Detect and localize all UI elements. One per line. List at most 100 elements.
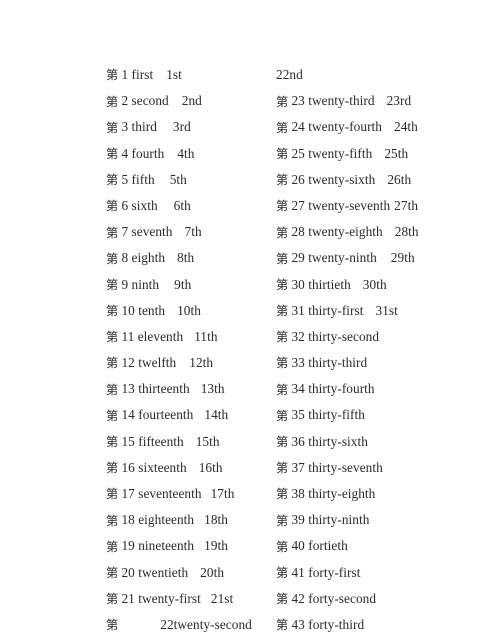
ordinal-abbreviation: 14th <box>204 407 229 423</box>
ordinal-word: seventh <box>131 224 173 240</box>
ordinal-prefix-character: 第 <box>106 199 119 214</box>
ordinal-number: 3 <box>121 119 129 135</box>
ordinal-word: fourth <box>131 145 165 161</box>
ordinal-number: 5 <box>121 171 129 187</box>
ordinal-number: 2 <box>121 93 129 109</box>
ordinal-number: 41 <box>291 564 305 580</box>
ordinal-word: twenty-second <box>173 616 252 632</box>
ordinal-row: 第 28 twenty-eighth 28th <box>276 219 486 245</box>
ordinal-prefix-character: 第 <box>276 277 289 292</box>
ordinal-prefix-character: 第 <box>106 513 119 528</box>
ordinal-number: 32 <box>291 328 305 344</box>
ordinal-number: 31 <box>291 302 305 318</box>
ordinal-prefix-character: 第 <box>276 225 289 240</box>
ordinal-abbreviation: 23rd <box>386 93 412 109</box>
ordinal-prefix-character: 第 <box>106 565 119 580</box>
ordinal-abbreviation: 5th <box>169 171 187 187</box>
ordinal-row: 第 26 twenty-sixth 26th <box>276 167 486 193</box>
ordinal-abbreviation: 15th <box>195 433 220 449</box>
ordinal-prefix-character: 第 <box>276 304 289 319</box>
ordinal-word: first <box>131 67 154 82</box>
ordinal-word: twenty-first <box>138 590 201 606</box>
ordinal-word: fifteenth <box>138 433 184 449</box>
ordinal-abbreviation: 2nd <box>181 93 202 109</box>
ordinal-number: 18 <box>121 512 135 528</box>
ordinal-row: 第 33 thirty-third <box>276 350 486 376</box>
ordinal-number: 9 <box>121 276 129 292</box>
ordinal-row: 第 12 twelfth 12th <box>106 350 274 376</box>
ordinal-prefix-character: 第 <box>106 539 119 554</box>
ordinal-number: 4 <box>121 145 129 161</box>
ordinal-number: 25 <box>291 145 305 161</box>
ordinal-word: fortieth <box>308 538 348 554</box>
ordinal-row: 第 14 fourteenth 14th <box>106 402 274 428</box>
ordinal-abbreviation: 27th <box>394 197 419 213</box>
ordinal-prefix-character: 第 <box>276 120 289 135</box>
ordinal-word: twenty-sixth <box>308 171 376 187</box>
ordinal-row: 第 34 thirty-fourth <box>276 376 486 402</box>
ordinal-row: 第 27 twenty-seventh 27th <box>276 193 486 219</box>
ordinal-word: sixteenth <box>138 459 187 475</box>
ordinal-number: 29 <box>291 250 305 266</box>
ordinal-row: 第 13 thirteenth 13th <box>106 376 274 402</box>
ordinal-row: 第 23 twenty-third 23rd <box>276 88 486 114</box>
ordinal-row: 第 40 fortieth <box>276 533 486 559</box>
ordinal-abbreviation: 25th <box>384 145 409 161</box>
ordinal-row: 第 7 seventh 7th <box>106 219 274 245</box>
ordinal-number: 21 <box>121 590 135 606</box>
ordinal-prefix-character: 第 <box>276 435 289 450</box>
ordinal-word: sixth <box>131 197 158 213</box>
ordinal-row: 第 17 seventeenth 17th <box>106 481 274 507</box>
ordinal-word: forty-third <box>308 616 365 632</box>
ordinal-word: twentieth <box>138 564 189 580</box>
ordinal-prefix-character: 第 <box>276 461 289 476</box>
ordinal-row: 第 21 twenty-first 21st <box>106 586 274 612</box>
ordinal-prefix-character: 第 <box>276 539 289 554</box>
ordinal-word: thirty-second <box>308 328 380 344</box>
ordinal-prefix-character: 第 <box>106 330 119 345</box>
ordinal-prefix-character: 第 <box>276 565 289 580</box>
ordinal-abbreviation: 4th <box>177 145 195 161</box>
ordinal-number: 42 <box>291 590 305 606</box>
ordinal-word: thirty-ninth <box>308 512 370 528</box>
ordinal-abbreviation: 16th <box>198 459 223 475</box>
ordinal-abbreviation: 31st <box>375 302 398 318</box>
ordinal-row: 第 39 thirty-ninth <box>276 507 486 533</box>
ordinal-number: 6 <box>121 197 129 213</box>
ordinal-abbreviation: 1st <box>166 67 182 82</box>
ordinal-row: 第 35 thirty-fifth <box>276 402 486 428</box>
ordinal-row: 第 6 sixth 6th <box>106 193 274 219</box>
ordinal-row: 第 37 thirty-seventh <box>276 455 486 481</box>
ordinal-abbreviation: 9th <box>174 276 192 292</box>
ordinal-prefix-character: 第 <box>106 435 119 450</box>
ordinal-abbreviation: 18th <box>204 512 228 528</box>
ordinal-number: 13 <box>121 381 135 397</box>
ordinal-word: seventeenth <box>138 486 202 501</box>
ordinal-word: nineteenth <box>138 538 195 554</box>
ordinal-number: 34 <box>291 381 305 397</box>
ordinal-prefix-character: 第 <box>106 146 119 161</box>
ordinal-word: second <box>131 93 169 109</box>
ordinal-abbreviation: 3rd <box>172 119 191 135</box>
ordinal-word: twenty-fourth <box>308 119 382 135</box>
ordinal-number: 22 <box>160 616 174 632</box>
ordinal-number: 40 <box>291 538 305 554</box>
ordinal-prefix-character: 第 <box>106 173 119 188</box>
ordinal-row: 第 3 third 3rd <box>106 114 274 140</box>
ordinal-number: 26 <box>291 171 305 187</box>
ordinal-prefix-character: 第 <box>276 173 289 188</box>
ordinal-number: 37 <box>291 459 305 475</box>
ordinal-prefix-character: 第 <box>276 146 289 161</box>
ordinal-row: 第 30 thirtieth 30th <box>276 272 486 298</box>
ordinal-word: forty-first <box>308 564 361 580</box>
ordinal-row: 第 5 fifth 5th <box>106 167 274 193</box>
ordinal-prefix-character: 第 <box>106 68 119 83</box>
ordinal-abbreviation: 26th <box>387 171 412 187</box>
ordinal-number: 16 <box>121 459 135 475</box>
ordinal-word: thirty-seventh <box>308 459 383 475</box>
ordinal-word: twelfth <box>138 355 177 371</box>
ordinal-word: third <box>131 119 157 135</box>
ordinal-word: twenty-eighth <box>308 224 383 240</box>
ordinal-prefix-character: 第 <box>276 487 289 502</box>
ordinal-number: 33 <box>291 355 305 371</box>
